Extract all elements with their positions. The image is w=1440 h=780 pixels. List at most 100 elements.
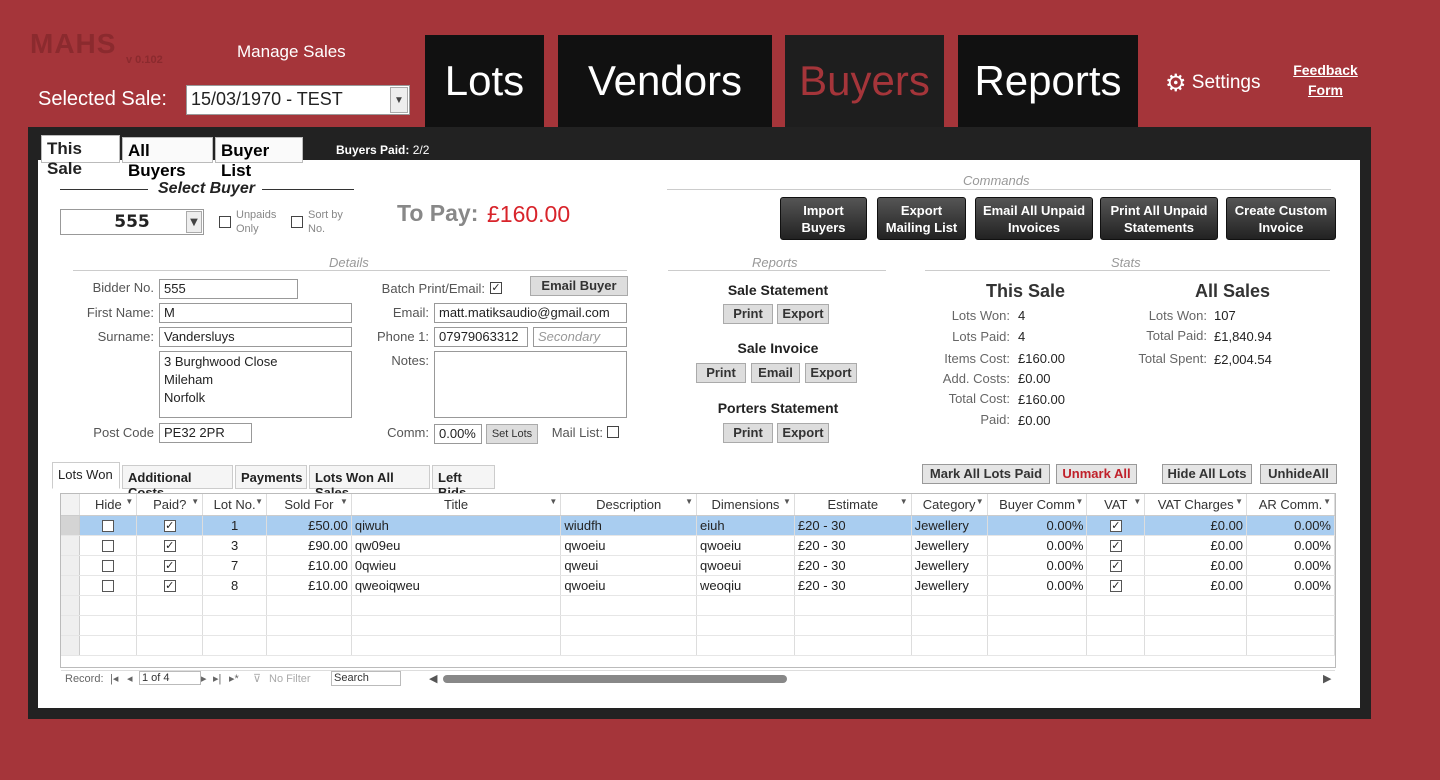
dimensions-cell[interactable]: eiuh xyxy=(696,515,795,536)
vat-checkbox[interactable]: ✓ xyxy=(1109,540,1122,553)
hide-checkbox[interactable] xyxy=(102,540,115,553)
estimate-cell[interactable]: £20 - 30 xyxy=(794,535,912,556)
vat-charges-cell[interactable]: £0.00 xyxy=(1144,555,1248,576)
mail-list-checkbox[interactable] xyxy=(607,426,619,438)
nav-tab-buyers[interactable]: Buyers xyxy=(785,35,944,127)
hide-cell[interactable] xyxy=(79,535,138,556)
buyer-comm-cell[interactable]: 0.00% xyxy=(987,535,1088,556)
set-lots-button[interactable]: Set Lots xyxy=(486,424,538,444)
column-header-buyer-comm[interactable]: Buyer Comm ▼ xyxy=(987,494,1088,516)
nav-tab-lots[interactable]: Lots xyxy=(425,35,544,127)
chevron-down-icon[interactable]: ▼ xyxy=(976,497,984,506)
lot-no-cell[interactable]: 8 xyxy=(202,575,268,596)
vat-cell[interactable]: ✓ xyxy=(1086,575,1146,596)
subtab-lots-won-all-sales[interactable]: Lots Won All Sales xyxy=(309,465,430,500)
column-header-category[interactable]: Category ▼ xyxy=(911,494,988,516)
tab-buyer-list[interactable]: Buyer List xyxy=(215,137,303,180)
description-cell[interactable]: wiudfh xyxy=(560,515,698,536)
vat-checkbox[interactable]: ✓ xyxy=(1109,560,1122,573)
phone-field[interactable]: 07979063312 xyxy=(434,327,528,347)
sold-for-cell[interactable]: £10.00 xyxy=(266,555,352,576)
title-cell[interactable]: qw09eu xyxy=(351,535,562,556)
settings-button[interactable]: ⚙ Settings xyxy=(1165,69,1260,98)
bidder-no-field[interactable]: 555 xyxy=(159,279,298,299)
ar-comm-cell[interactable]: 0.00% xyxy=(1246,575,1335,596)
paid-cell[interactable]: ✓ xyxy=(136,575,204,596)
estimate-cell[interactable]: £20 - 30 xyxy=(794,575,912,596)
nav-tab-vendors[interactable]: Vendors xyxy=(558,35,772,127)
chevron-down-icon[interactable]: ▼ xyxy=(549,497,557,506)
unhide-all-button[interactable]: UnhideAll xyxy=(1260,464,1337,484)
dimensions-cell[interactable]: qwoeiu xyxy=(696,535,795,556)
nav-tab-reports[interactable]: Reports xyxy=(958,35,1138,127)
porters-statement-export-button[interactable]: Export xyxy=(777,423,829,443)
ar-comm-cell[interactable]: 0.00% xyxy=(1246,555,1335,576)
post-code-field[interactable]: PE32 2PR xyxy=(159,423,252,443)
column-header-lot-no[interactable]: Lot No. ▼ xyxy=(202,494,268,516)
unmark-all-button[interactable]: Unmark All xyxy=(1056,464,1137,484)
first-record-icon[interactable]: |◂ xyxy=(110,672,118,685)
sold-for-cell[interactable]: £90.00 xyxy=(266,535,352,556)
hide-cell[interactable] xyxy=(79,515,138,536)
chevron-down-icon[interactable]: ▼ xyxy=(1235,497,1243,506)
chevron-down-icon[interactable]: ▼ xyxy=(1075,497,1083,506)
email-unpaid-invoices-button[interactable]: Email All Unpaid Invoices xyxy=(975,197,1093,240)
paid-cell[interactable]: ✓ xyxy=(136,555,204,576)
sold-for-cell[interactable]: £10.00 xyxy=(266,575,352,596)
chevron-down-icon[interactable]: ▼ xyxy=(390,87,408,113)
dimensions-cell[interactable]: weoqiu xyxy=(696,575,795,596)
buyer-comm-cell[interactable]: 0.00% xyxy=(987,555,1088,576)
ar-comm-cell[interactable]: 0.00% xyxy=(1246,515,1335,536)
scroll-left-icon[interactable]: ◀ xyxy=(429,672,437,685)
lot-no-cell[interactable]: 3 xyxy=(202,535,268,556)
vat-charges-cell[interactable]: £0.00 xyxy=(1144,515,1248,536)
column-header-description[interactable]: Description ▼ xyxy=(560,494,698,516)
hide-checkbox[interactable] xyxy=(102,520,115,533)
buyer-select-dropdown[interactable]: 555 ▼ xyxy=(60,209,204,235)
vat-cell[interactable]: ✓ xyxy=(1086,515,1146,536)
row-selector[interactable] xyxy=(61,555,81,576)
tab-all-buyers[interactable]: All Buyers xyxy=(122,137,213,180)
next-record-icon[interactable]: ▸ xyxy=(201,672,207,685)
address-field[interactable]: 3 Burghwood Close Mileham Norfolk xyxy=(159,351,352,418)
sale-invoice-email-button[interactable]: Email xyxy=(751,363,800,383)
table-row[interactable]: ✓ 8 £10.00 qweoiqweu qwoeiu weoqiu £20 - 30 Jew… xyxy=(61,575,1335,596)
estimate-cell[interactable]: £20 - 30 xyxy=(794,515,912,536)
chevron-down-icon[interactable]: ▼ xyxy=(1323,497,1331,506)
paid-checkbox[interactable]: ✓ xyxy=(163,560,176,573)
description-cell[interactable]: qwoeiu xyxy=(560,575,698,596)
buyer-comm-cell[interactable]: 0.00% xyxy=(987,575,1088,596)
description-cell[interactable]: qwoeiu xyxy=(560,535,698,556)
vat-cell[interactable]: ✓ xyxy=(1086,555,1146,576)
secondary-phone-field[interactable]: Secondary xyxy=(533,327,627,347)
column-header-paid[interactable]: Paid? ▼ xyxy=(136,494,204,516)
hide-checkbox[interactable] xyxy=(102,580,115,593)
chevron-down-icon[interactable]: ▼ xyxy=(900,497,908,506)
row-selector[interactable] xyxy=(61,535,81,556)
surname-field[interactable]: Vandersluys xyxy=(159,327,352,347)
subtab-lots-won[interactable]: Lots Won xyxy=(52,462,120,489)
paid-cell[interactable]: ✓ xyxy=(136,515,204,536)
print-unpaid-statements-button[interactable]: Print All Unpaid Statements xyxy=(1100,197,1218,240)
hide-cell[interactable] xyxy=(79,555,138,576)
paid-checkbox[interactable]: ✓ xyxy=(163,580,176,593)
email-field[interactable]: matt.matiksaudio@gmail.com xyxy=(434,303,627,323)
horizontal-scrollbar-thumb[interactable] xyxy=(443,675,787,683)
tab-this-sale[interactable]: This Sale xyxy=(41,135,120,178)
chevron-down-icon[interactable]: ▼ xyxy=(685,497,693,506)
title-cell[interactable]: qweoiqweu xyxy=(351,575,562,596)
lot-no-cell[interactable]: 1 xyxy=(202,515,268,536)
title-cell[interactable]: 0qwieu xyxy=(351,555,562,576)
estimate-cell[interactable]: £20 - 30 xyxy=(794,555,912,576)
selected-sale-dropdown[interactable]: 15/03/1970 - TEST ▼ xyxy=(186,85,410,115)
chevron-down-icon[interactable]: ▼ xyxy=(1133,497,1141,506)
chevron-down-icon[interactable]: ▼ xyxy=(186,211,202,233)
table-row[interactable]: ✓ 3 £90.00 qw09eu qwoeiu qwoeiu £20 - 30 Jewell… xyxy=(61,535,1335,556)
chevron-down-icon[interactable]: ▼ xyxy=(340,497,348,506)
row-selector[interactable] xyxy=(61,515,81,536)
paid-checkbox[interactable]: ✓ xyxy=(163,540,176,553)
hide-cell[interactable] xyxy=(79,575,138,596)
porters-statement-print-button[interactable]: Print xyxy=(723,423,773,443)
new-record-icon[interactable]: ▸* xyxy=(229,672,239,685)
paid-checkbox[interactable]: ✓ xyxy=(163,520,176,533)
